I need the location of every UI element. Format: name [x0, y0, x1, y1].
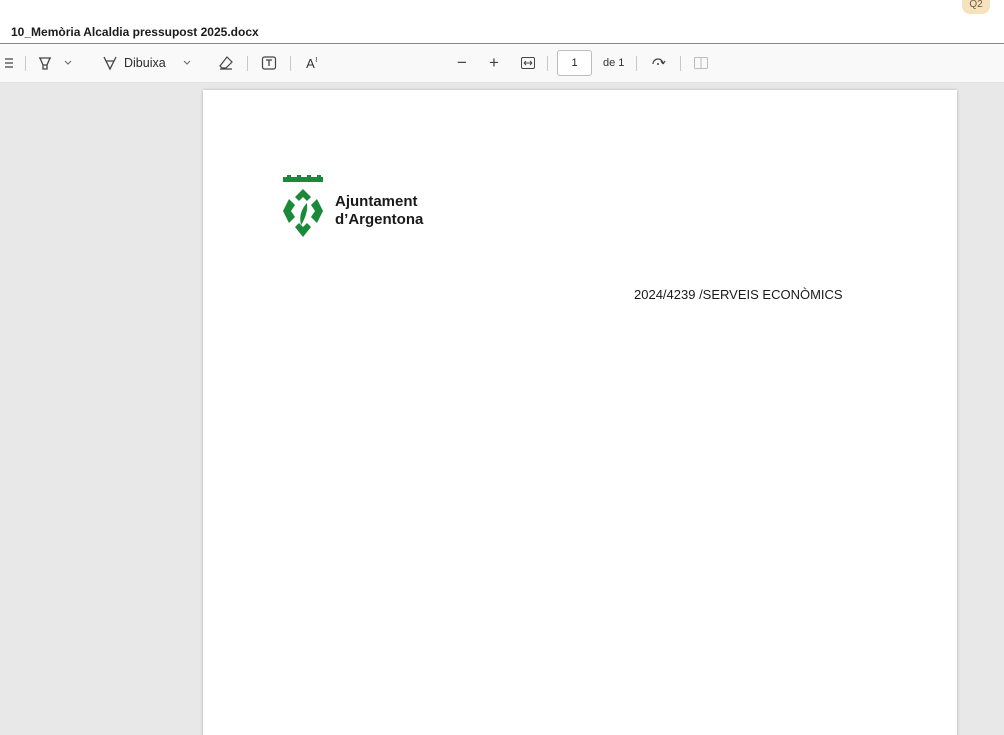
toolbar-separator [680, 56, 681, 71]
ajuntament-crest-icon [283, 175, 323, 237]
draw-dropdown-chevron[interactable] [180, 44, 194, 82]
zoom-in-label: + [489, 53, 499, 72]
logo-line-1: Ajuntament [335, 193, 418, 210]
rotate-icon[interactable] [646, 44, 670, 82]
chevron-down-icon [64, 60, 72, 65]
document-viewer[interactable]: Ajuntament d’Argentona 2024/4239 /SERVEI… [0, 83, 1004, 735]
draw-icon[interactable] [100, 44, 120, 82]
text-box-icon[interactable] [257, 44, 281, 82]
toolbar-separator [547, 56, 548, 71]
draw-button-label[interactable]: Dibuixa [124, 44, 174, 82]
corner-badge[interactable]: Q2 [962, 0, 990, 14]
logo-text: Ajuntament d’Argentona [335, 193, 423, 229]
toolbar-separator [247, 56, 248, 71]
highlight-dropdown-chevron[interactable] [61, 44, 75, 82]
ajuntament-logo: Ajuntament d’Argentona [281, 175, 461, 245]
logo-line-2: d’Argentona [335, 211, 424, 228]
zoom-out-icon[interactable]: − [452, 44, 472, 82]
document-reference: 2024/4239 /SERVEIS ECONÒMICS [634, 287, 843, 302]
list-icon[interactable] [2, 44, 16, 82]
zoom-out-label: − [457, 53, 467, 72]
fit-width-icon[interactable] [518, 44, 538, 82]
toolbar-separator [25, 56, 26, 71]
document-page: Ajuntament d’Argentona 2024/4239 /SERVEI… [203, 90, 957, 735]
page-total-label: de 1 [603, 57, 625, 69]
title-bar: 10_Memòria Alcaldia pressupost 2025.docx… [0, 0, 1004, 44]
read-aloud-label: A [306, 55, 315, 71]
toolbar: Dibuixa A ≀ − + 1 de 1 [0, 44, 1004, 83]
page-view-icon[interactable] [690, 44, 712, 82]
chevron-down-icon [183, 60, 191, 65]
toolbar-separator [290, 56, 291, 71]
page-number-input[interactable]: 1 [557, 50, 592, 76]
zoom-in-icon[interactable]: + [484, 44, 504, 82]
pdf-viewer-app: 10_Memòria Alcaldia pressupost 2025.docx… [0, 0, 1004, 735]
highlight-icon[interactable] [33, 44, 57, 82]
document-title: 10_Memòria Alcaldia pressupost 2025.docx [11, 25, 259, 39]
toolbar-separator [636, 56, 637, 71]
eraser-icon[interactable] [214, 44, 238, 82]
read-aloud-icon[interactable]: A ≀ [300, 44, 324, 82]
